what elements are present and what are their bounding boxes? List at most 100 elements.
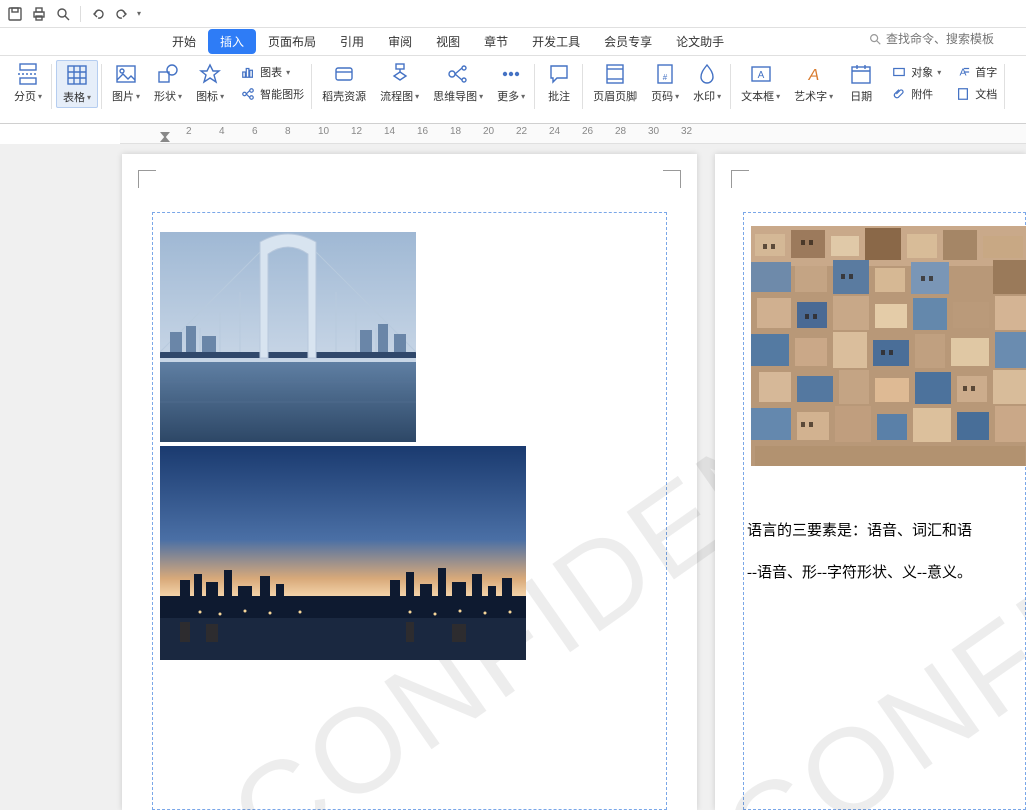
document-page-2[interactable]: CONFIDENTIAL 语言的三要素: [715, 154, 1026, 810]
tab-chapter[interactable]: 章节: [472, 29, 520, 54]
svg-text:A: A: [757, 70, 764, 81]
object-label: 对象: [911, 64, 933, 80]
date-label: 日期: [850, 88, 872, 104]
print-icon[interactable]: [30, 5, 48, 23]
horizontal-ruler[interactable]: 2468101214161820222426283032: [120, 124, 1026, 144]
tab-member[interactable]: 会员专享: [592, 29, 664, 54]
tab-thesis[interactable]: 论文助手: [664, 29, 736, 54]
docpart-button[interactable]: 文档: [951, 85, 1001, 103]
tab-dev[interactable]: 开发工具: [520, 29, 592, 54]
svg-text:A: A: [807, 67, 819, 84]
docpart-icon: [955, 86, 971, 102]
table-icon: [65, 63, 89, 87]
command-search-input[interactable]: [886, 32, 1016, 46]
margin-corner-icon: [663, 170, 681, 188]
separator: [80, 6, 81, 22]
flowchart-button[interactable]: 流程图▾: [374, 60, 425, 106]
tab-review[interactable]: 审阅: [376, 29, 424, 54]
dropcap-button[interactable]: A首字: [951, 63, 1001, 81]
tab-start[interactable]: 开始: [160, 29, 208, 54]
shape-label: 形状: [154, 88, 176, 104]
mindmap-icon: [446, 62, 470, 86]
document-workspace: CONFIDENTIAL: [0, 144, 1026, 810]
comment-button[interactable]: 批注: [539, 60, 579, 106]
object-button[interactable]: 对象▾: [887, 63, 945, 81]
comment-icon: [547, 62, 571, 86]
header-footer-button[interactable]: 页眉页脚: [587, 60, 643, 106]
more-icon: [499, 62, 523, 86]
tab-insert[interactable]: 插入: [208, 29, 256, 54]
flowchart-icon: [388, 62, 412, 86]
chart-button[interactable]: 图表▾: [236, 63, 308, 81]
ruler-tick: 14: [384, 126, 395, 137]
ribbon: 分页▾ 表格▾ 图片▾ 形状▾ 图标▾ 图表▾ 智能图形: [0, 56, 1026, 124]
more-label: 更多: [497, 88, 519, 104]
shape-button[interactable]: 形状▾: [148, 60, 188, 106]
docer-label: 稻壳资源: [322, 88, 366, 104]
icon-label: 图标: [196, 88, 218, 104]
ruler-tick: 12: [351, 126, 362, 137]
mindmap-label: 思维导图: [433, 88, 477, 104]
tab-view[interactable]: 视图: [424, 29, 472, 54]
picture-label: 图片: [112, 88, 134, 104]
page-number-button[interactable]: # 页码▾: [645, 60, 685, 106]
ribbon-tab-bar: 开始 插入 页面布局 引用 审阅 视图 章节 开发工具 会员专享 论文助手: [0, 28, 1026, 56]
inserted-image-city[interactable]: [751, 226, 1026, 466]
paragraph-text[interactable]: 语言的三要素是：语音、词汇和语 --语音、形--字符形状、义--意义。: [747, 510, 1026, 594]
inserted-image-skyline[interactable]: [160, 446, 526, 660]
margin-corner-icon: [731, 170, 749, 188]
docpart-label: 文档: [975, 86, 997, 102]
tab-layout[interactable]: 页面布局: [256, 29, 328, 54]
margin-corner-icon: [138, 170, 156, 188]
textbox-button[interactable]: A 文本框▾: [735, 60, 786, 106]
inserted-image-bridge[interactable]: [160, 232, 416, 442]
ruler-tick: 10: [318, 126, 329, 137]
page-break-icon: [16, 62, 40, 86]
ruler-tick: 32: [681, 126, 692, 137]
shape-icon: [156, 62, 180, 86]
docer-button[interactable]: 稻壳资源: [316, 60, 372, 106]
text-line-1: 语言的三要素是：语音、词汇和语: [747, 510, 1026, 552]
icon-button[interactable]: 图标▾: [190, 60, 230, 106]
command-search[interactable]: [868, 32, 1016, 46]
svg-text:#: #: [663, 73, 668, 82]
save-icon[interactable]: [6, 5, 24, 23]
attachment-icon: [891, 86, 907, 102]
mindmap-button[interactable]: 思维导图▾: [427, 60, 489, 106]
ruler-tick: 24: [549, 126, 560, 137]
smartart-button[interactable]: 智能图形: [236, 85, 308, 103]
table-button[interactable]: 表格▾: [56, 60, 98, 108]
date-icon: [849, 62, 873, 86]
watermark-button[interactable]: 水印▾: [687, 60, 727, 106]
ruler-tick: 30: [648, 126, 659, 137]
wordart-icon: A: [802, 62, 826, 86]
redo-icon[interactable]: [113, 5, 131, 23]
attachment-button[interactable]: 附件: [887, 85, 945, 103]
smartart-icon: [240, 86, 256, 102]
more-button[interactable]: 更多▾: [491, 60, 531, 106]
picture-button[interactable]: 图片▾: [106, 60, 146, 106]
document-page-1[interactable]: CONFIDENTIAL: [122, 154, 697, 810]
date-button[interactable]: 日期: [841, 60, 881, 106]
page-break-button[interactable]: 分页▾: [8, 60, 48, 106]
wordart-button[interactable]: A 艺术字▾: [788, 60, 839, 106]
search-icon: [868, 32, 882, 46]
ruler-tick: 4: [219, 126, 225, 137]
header-footer-label: 页眉页脚: [593, 88, 637, 104]
undo-icon[interactable]: [89, 5, 107, 23]
ruler-tick: 16: [417, 126, 428, 137]
qat-dropdown-icon[interactable]: ▾: [137, 9, 141, 18]
ruler-tick: 20: [483, 126, 494, 137]
smartart-label: 智能图形: [260, 86, 304, 102]
textbox-icon: A: [749, 62, 773, 86]
docer-icon: [332, 62, 356, 86]
print-preview-icon[interactable]: [54, 5, 72, 23]
page-break-label: 分页: [14, 88, 36, 104]
dropcap-label: 首字: [975, 64, 997, 80]
page-number-icon: #: [653, 62, 677, 86]
watermark-label: 水印: [693, 88, 715, 104]
quick-access-toolbar: ▾: [0, 0, 1026, 28]
chart-label: 图表: [260, 64, 282, 80]
wordart-label: 艺术字: [794, 88, 827, 104]
tab-reference[interactable]: 引用: [328, 29, 376, 54]
